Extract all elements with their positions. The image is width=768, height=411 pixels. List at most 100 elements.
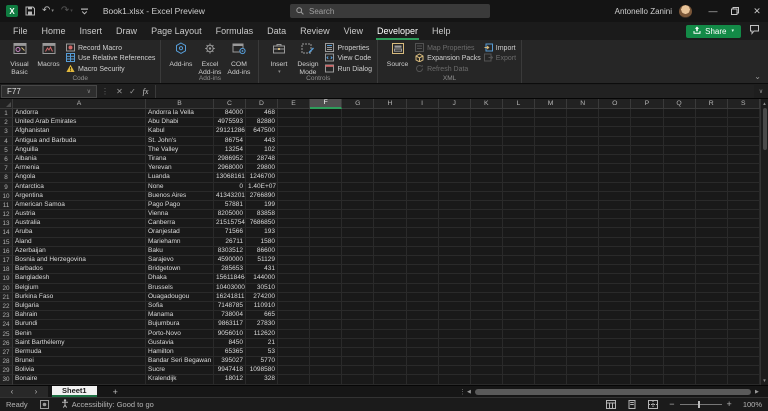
cell[interactable] xyxy=(502,154,535,165)
cell[interactable] xyxy=(631,145,664,155)
cell[interactable]: 9947418 xyxy=(214,366,246,376)
cell[interactable] xyxy=(438,136,471,146)
cell[interactable] xyxy=(631,237,664,247)
cell[interactable] xyxy=(695,191,728,201)
cell[interactable] xyxy=(631,109,664,119)
cell[interactable] xyxy=(374,164,407,174)
cell[interactable]: 83858 xyxy=(246,210,278,220)
cell[interactable] xyxy=(599,320,632,330)
cell[interactable]: Luanda xyxy=(146,173,214,183)
cell[interactable] xyxy=(438,366,471,376)
cell[interactable]: 2968000 xyxy=(214,164,246,174)
cell[interactable]: 1246700 xyxy=(246,173,278,183)
cell[interactable] xyxy=(470,145,503,155)
cell[interactable]: 8450 xyxy=(214,338,246,348)
cell[interactable]: 738004 xyxy=(214,311,246,321)
cell[interactable] xyxy=(278,191,311,201)
cell[interactable] xyxy=(406,366,439,376)
cell[interactable] xyxy=(631,311,664,321)
cell[interactable] xyxy=(342,357,375,367)
cell[interactable] xyxy=(374,237,407,247)
cell[interactable] xyxy=(599,200,632,211)
cell[interactable] xyxy=(663,338,696,348)
cell[interactable] xyxy=(310,200,343,211)
tab-page-layout[interactable]: Page Layout xyxy=(144,22,209,40)
cell[interactable] xyxy=(470,210,503,220)
prev-sheet-icon[interactable]: ‹ xyxy=(11,387,14,396)
cell[interactable]: 102 xyxy=(246,145,278,155)
cell[interactable] xyxy=(438,274,471,284)
cell[interactable] xyxy=(599,228,632,238)
cell[interactable] xyxy=(599,256,632,266)
cell[interactable] xyxy=(278,145,311,155)
cell[interactable] xyxy=(663,191,696,201)
cell[interactable]: Bridgetown xyxy=(146,265,214,275)
cell[interactable] xyxy=(342,301,375,312)
cell[interactable]: Angola xyxy=(13,173,146,183)
select-all-corner[interactable] xyxy=(0,99,13,109)
scroll-up-icon[interactable]: ▲ xyxy=(762,99,766,108)
cell[interactable] xyxy=(535,329,568,339)
cell[interactable]: Saint Barthélemy xyxy=(13,338,146,348)
cell[interactable] xyxy=(310,173,343,183)
cell[interactable]: 144000 xyxy=(246,274,278,284)
cell[interactable] xyxy=(310,256,343,266)
cell[interactable]: Burkina Faso xyxy=(13,292,146,302)
row-number[interactable]: 25 xyxy=(0,329,13,339)
cell[interactable]: 274200 xyxy=(246,292,278,302)
cell[interactable] xyxy=(663,265,696,275)
cell[interactable] xyxy=(727,210,760,220)
cell[interactable] xyxy=(502,246,535,256)
cell[interactable] xyxy=(567,265,600,275)
cell[interactable] xyxy=(567,283,600,293)
cell[interactable]: 110910 xyxy=(246,301,278,312)
cell[interactable] xyxy=(406,182,439,192)
cell[interactable] xyxy=(599,347,632,358)
cell[interactable] xyxy=(567,256,600,266)
cell[interactable]: 112620 xyxy=(246,329,278,339)
cell[interactable]: 665 xyxy=(246,311,278,321)
cell[interactable] xyxy=(695,145,728,155)
row-number[interactable]: 1 xyxy=(0,109,13,119)
cell[interactable]: 71566 xyxy=(214,228,246,238)
cell[interactable] xyxy=(502,164,535,174)
share-button[interactable]: Share ▾ xyxy=(686,24,741,38)
cell[interactable] xyxy=(438,228,471,238)
cell[interactable] xyxy=(695,154,728,165)
cell[interactable] xyxy=(727,283,760,293)
cell[interactable]: Pago Pago xyxy=(146,200,214,211)
cell[interactable] xyxy=(663,154,696,165)
cell[interactable] xyxy=(663,109,696,119)
cell[interactable] xyxy=(599,210,632,220)
cell[interactable] xyxy=(342,154,375,165)
cell[interactable] xyxy=(342,375,375,385)
run-dialog-button[interactable]: Run Dialog xyxy=(325,64,372,75)
cell[interactable] xyxy=(342,274,375,284)
row-number[interactable]: 4 xyxy=(0,136,13,146)
cell[interactable] xyxy=(438,118,471,128)
cell[interactable] xyxy=(502,283,535,293)
cell[interactable] xyxy=(567,237,600,247)
cell[interactable] xyxy=(663,329,696,339)
cell[interactable] xyxy=(342,145,375,155)
cell[interactable] xyxy=(374,145,407,155)
cell[interactable]: Brunei xyxy=(13,357,146,367)
cell[interactable] xyxy=(535,210,568,220)
cell[interactable]: Kralendijk xyxy=(146,375,214,385)
column-header-L[interactable]: L xyxy=(502,99,535,109)
cell[interactable]: 8205000 xyxy=(214,210,246,220)
cell[interactable]: 156118464 xyxy=(214,274,246,284)
hscroll-left-icon[interactable]: ◀ xyxy=(467,386,471,397)
cell[interactable] xyxy=(310,375,343,385)
cell[interactable] xyxy=(374,109,407,119)
cell[interactable]: 1098580 xyxy=(246,366,278,376)
cell[interactable] xyxy=(342,200,375,211)
cell[interactable]: 27830 xyxy=(246,320,278,330)
row-number[interactable]: 17 xyxy=(0,256,13,266)
cell[interactable] xyxy=(695,228,728,238)
cell[interactable] xyxy=(535,283,568,293)
cell[interactable] xyxy=(599,145,632,155)
cell[interactable] xyxy=(599,191,632,201)
cell[interactable] xyxy=(631,127,664,137)
cell[interactable] xyxy=(278,357,311,367)
